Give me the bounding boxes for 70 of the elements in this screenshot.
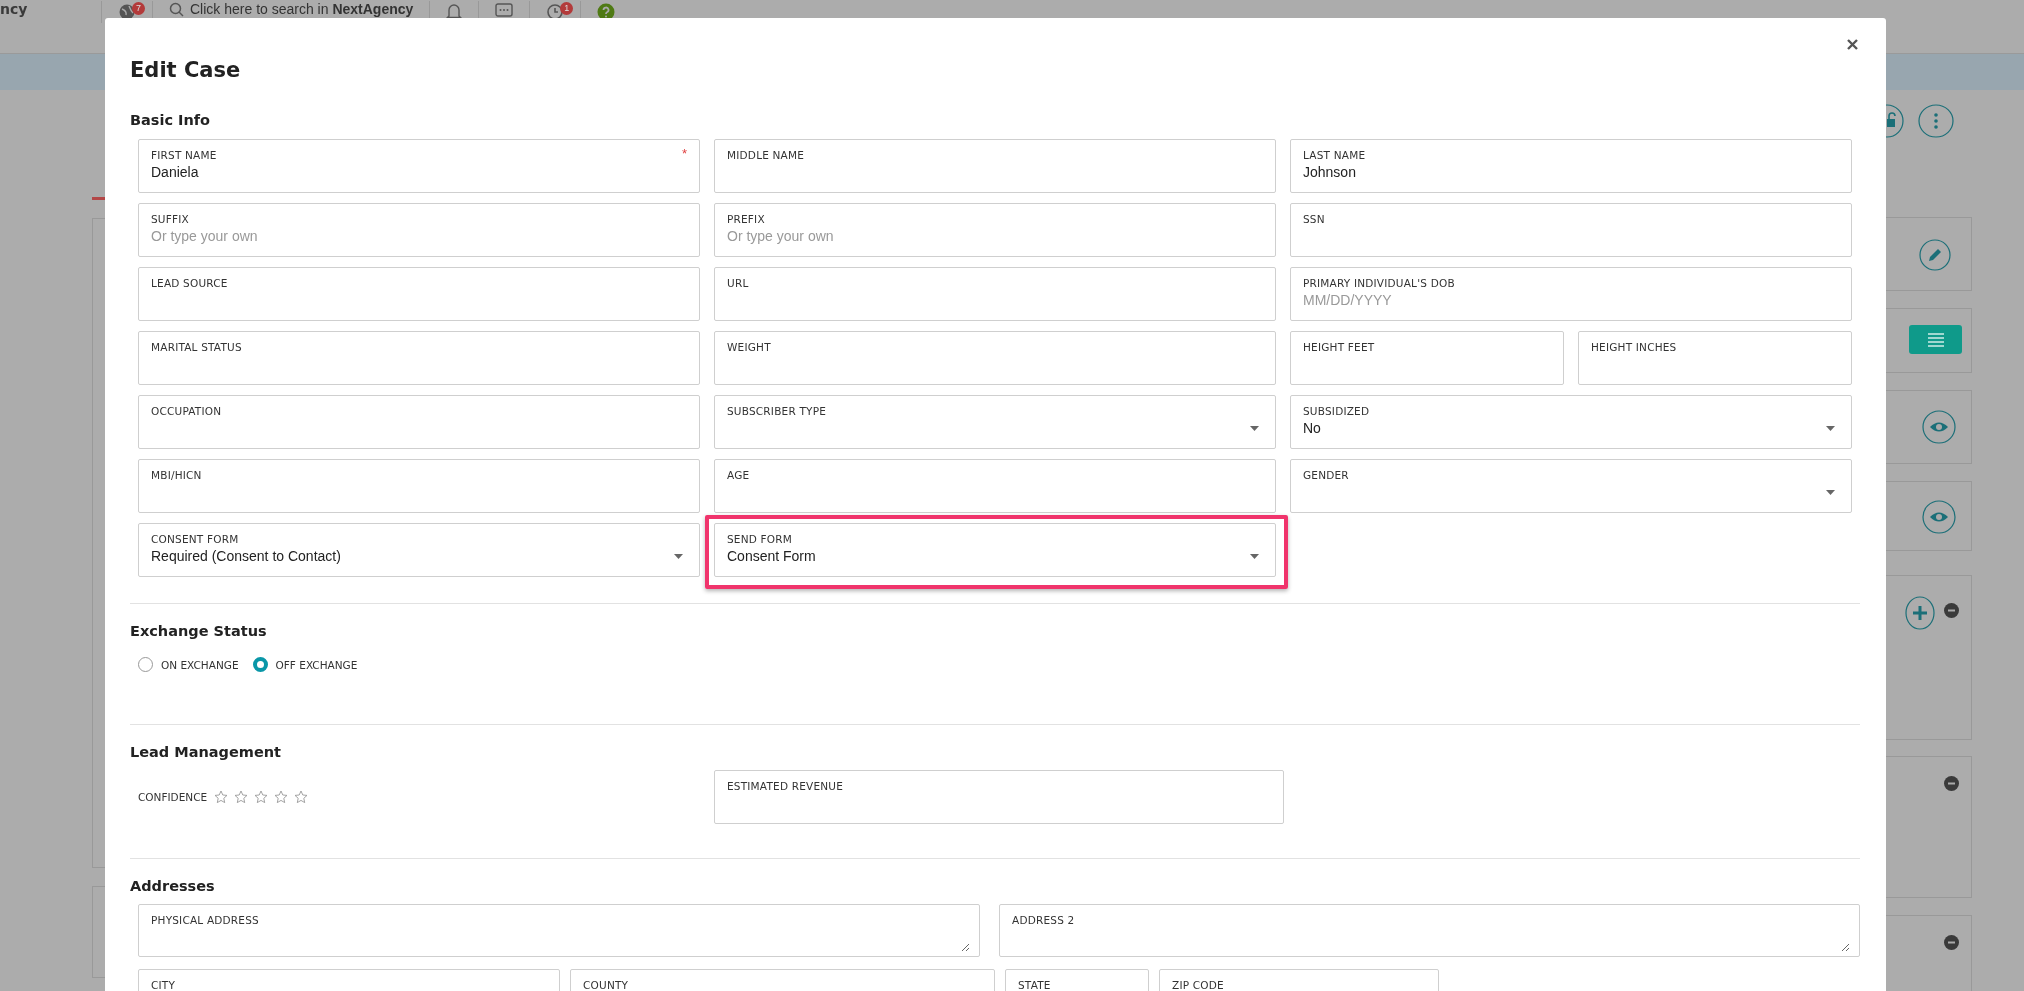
dropdown-field[interactable]: SUBSCRIBER TYPE (714, 395, 1276, 449)
input-field[interactable]: SUFFIX Or type your own (138, 203, 700, 257)
input-field[interactable]: MARITAL STATUS (138, 331, 700, 385)
caret-icon (1250, 554, 1259, 559)
input-field[interactable]: COUNTY (570, 969, 995, 991)
pencil-icon[interactable] (1919, 239, 1951, 271)
eye-icon[interactable] (1922, 500, 1956, 534)
required-mark: * (681, 147, 687, 161)
minus-icon[interactable] (1944, 603, 1959, 618)
text-area[interactable]: PHYSICAL ADDRESS (138, 904, 980, 957)
input-field[interactable]: SSN (1290, 203, 1852, 257)
input-field[interactable]: WEIGHT (714, 331, 1276, 385)
radio-option[interactable]: ON EXCHANGE (138, 657, 239, 672)
search-field[interactable]: Click here to search in NextAgency (190, 1, 414, 17)
clock-icon[interactable] (546, 3, 565, 21)
input-field[interactable]: AGE (714, 459, 1276, 513)
star-icon (214, 790, 229, 804)
input-field[interactable]: MBI/HICN (138, 459, 700, 513)
caret-icon (674, 554, 683, 559)
close-button[interactable] (1845, 37, 1860, 52)
input-field[interactable]: LAST NAME Johnson (1290, 139, 1852, 193)
alert-badge: 1 (560, 2, 574, 15)
dropdown-field[interactable]: SEND FORM Consent Form (714, 523, 1276, 577)
star-icon (274, 790, 289, 804)
input-field[interactable]: OCCUPATION (138, 395, 700, 449)
input-field[interactable]: FIRST NAME * Daniela (138, 139, 700, 193)
resize-handle-icon[interactable] (1841, 943, 1849, 951)
dialog-title: Edit Case (130, 57, 242, 84)
star-icon (254, 790, 269, 804)
radio-label: ON EXCHANGE (161, 658, 239, 671)
more-options-icon[interactable] (1918, 104, 1954, 138)
chat-icon[interactable] (495, 3, 514, 19)
radio-label: OFF EXCHANGE (275, 658, 358, 671)
input-field[interactable]: ESTIMATED REVENUE (714, 770, 1284, 824)
minus-icon[interactable] (1944, 935, 1959, 950)
input-field[interactable]: MIDDLE NAME (714, 139, 1276, 193)
input-field[interactable]: HEIGHT FEET (1290, 331, 1564, 385)
section-heading: Addresses (130, 877, 216, 896)
eye-icon[interactable] (1922, 410, 1956, 444)
input-field[interactable]: URL (714, 267, 1276, 321)
dropdown-field[interactable]: GENDER (1290, 459, 1852, 513)
notification-badge: 7 (132, 2, 145, 15)
section-heading: Basic Info (130, 111, 212, 130)
input-field[interactable]: PREFIX Or type your own (714, 203, 1276, 257)
section-heading: Exchange Status (130, 622, 268, 641)
input-field[interactable]: ZIP CODE (1159, 969, 1439, 991)
caret-icon (1826, 426, 1835, 431)
brand-name[interactable]: ncy (0, 1, 85, 17)
section-heading: Lead Management (130, 743, 283, 762)
input-field[interactable]: HEIGHT INCHES (1578, 331, 1852, 385)
star-icon (294, 790, 309, 804)
radio-option[interactable]: OFF EXCHANGE (252, 657, 358, 672)
search-icon (169, 1, 184, 17)
input-field[interactable]: STATE (1005, 969, 1149, 991)
resize-handle-icon[interactable] (961, 943, 969, 951)
input-field[interactable]: LEAD SOURCE (138, 267, 700, 321)
bell-icon[interactable] (446, 3, 463, 21)
confidence-label: CONFIDENCE (138, 791, 208, 803)
dropdown-field[interactable]: CONSENT FORM Required (Consent to Contact) (138, 523, 700, 577)
star-rating[interactable] (214, 790, 309, 804)
input-field[interactable]: CITY (138, 969, 560, 991)
star-icon (234, 790, 249, 804)
caret-icon (1826, 490, 1835, 495)
input-field[interactable]: PRIMARY INDIVIDUAL'S DOB MM/DD/YYYY (1290, 267, 1852, 321)
caret-icon (1250, 426, 1259, 431)
close-icon (1847, 39, 1858, 50)
text-area[interactable]: ADDRESS 2 (999, 904, 1860, 957)
minus-icon[interactable] (1944, 776, 1959, 791)
plus-icon[interactable] (1905, 596, 1935, 630)
dropdown-field[interactable]: SUBSIDIZED No (1290, 395, 1852, 449)
